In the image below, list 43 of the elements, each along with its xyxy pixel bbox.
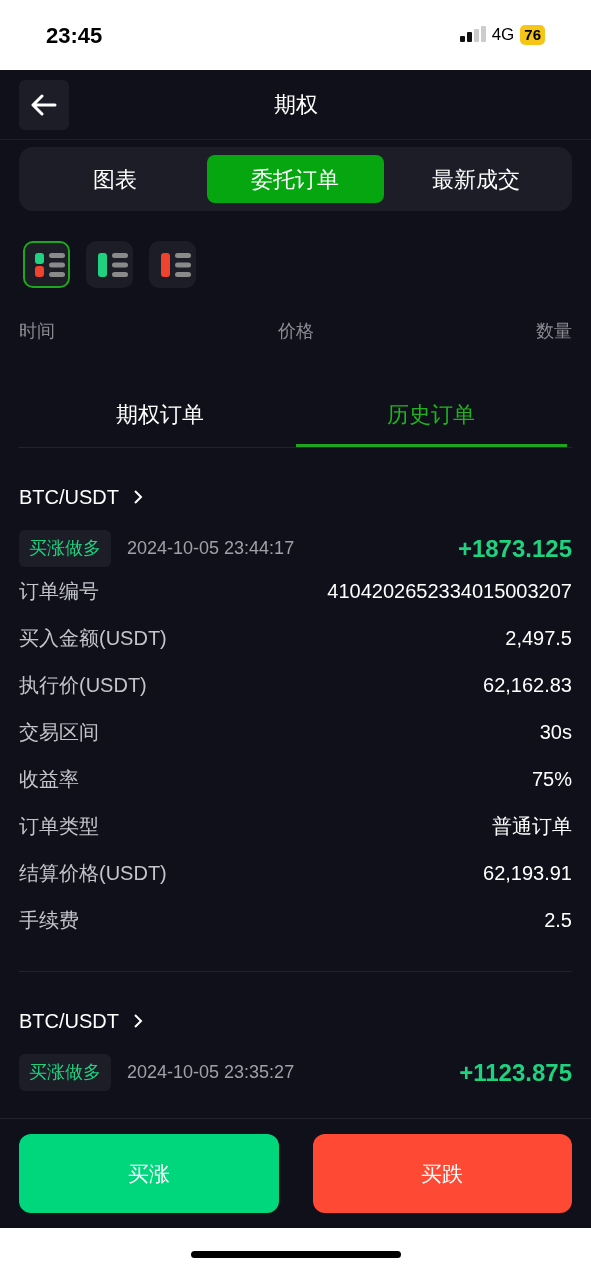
layout-toggle[interactable]: [23, 241, 70, 288]
signal-icon: [459, 26, 486, 44]
order-tab[interactable]: 期权订单: [24, 385, 296, 447]
page-title: 期权: [273, 91, 318, 119]
field-label: 订单类型: [19, 813, 99, 839]
column-header: 价格: [277, 320, 314, 343]
field-value: 2,497.5: [505, 625, 572, 651]
segment-tab[interactable]: 图表: [27, 155, 204, 203]
field-value: 30s: [539, 719, 572, 745]
field-value: 62,162.83: [483, 672, 572, 698]
network-label: 4G: [491, 24, 515, 47]
layout-toggle[interactable]: [86, 241, 133, 288]
field-value: 普通订单: [492, 813, 572, 839]
battery-indicator: 76: [520, 25, 545, 45]
chevron-right-icon: [133, 1013, 143, 1029]
column-header: 数量: [536, 320, 572, 343]
field-label: 手续费: [19, 907, 79, 933]
field-label: 买入金额(USDT): [19, 625, 167, 651]
field-label: 结算价格(USDT): [19, 860, 167, 886]
segment-tab[interactable]: 最新成交: [387, 155, 564, 203]
field-value: 2.5: [544, 907, 572, 933]
field-label: 收益率: [19, 766, 79, 792]
order-tab[interactable]: 历史订单: [295, 385, 567, 447]
field-label: 订单编号: [19, 578, 99, 604]
trading-pair[interactable]: BTC/USDT: [19, 482, 119, 512]
back-button[interactable]: [19, 80, 69, 130]
side-tag: 买涨做多: [19, 1054, 111, 1091]
status-time: 23:45: [46, 21, 103, 50]
field-value: 75%: [531, 766, 572, 792]
column-header: 时间: [19, 320, 55, 343]
order-time: 2024-10-05 23:35:27: [127, 1061, 295, 1084]
order-time: 2024-10-05 23:44:17: [127, 537, 295, 560]
field-label: 交易区间: [19, 719, 99, 745]
field-value: 4104202652334015003207: [327, 578, 572, 604]
trading-pair[interactable]: BTC/USDT: [19, 1006, 119, 1036]
profit-amount: +1123.875: [459, 1057, 572, 1088]
field-label: 执行价(USDT): [19, 672, 147, 698]
chevron-right-icon: [133, 489, 143, 505]
field-value: 62,193.91: [483, 860, 572, 886]
layout-toggle[interactable]: [149, 241, 196, 288]
back-arrow-icon: [31, 94, 57, 116]
profit-amount: +1873.125: [457, 533, 572, 564]
side-tag: 买涨做多: [19, 530, 111, 567]
